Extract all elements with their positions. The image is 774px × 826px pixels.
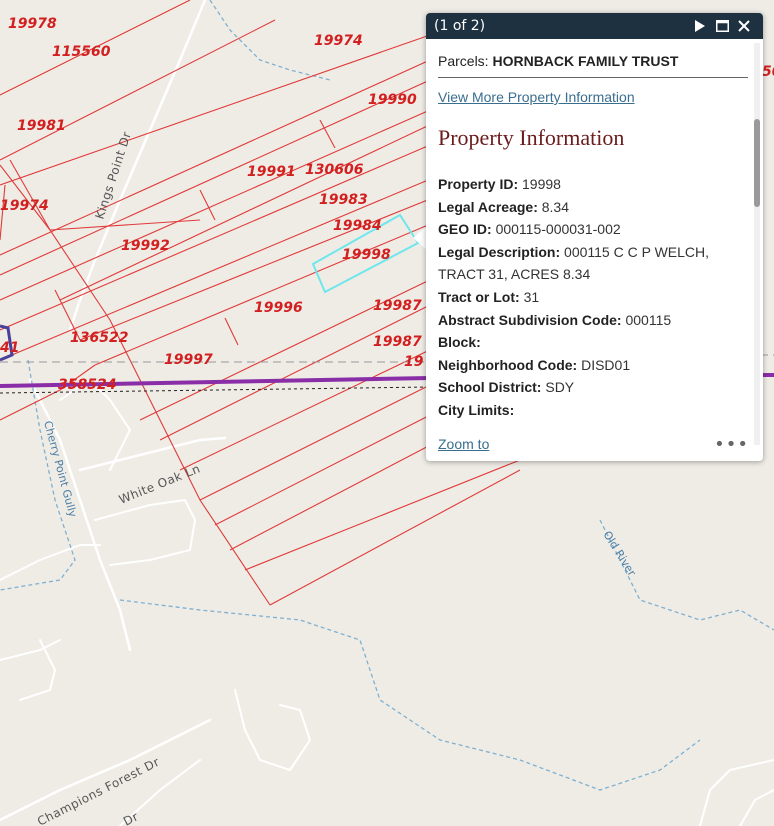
parcel-label: 19987 [373,298,422,314]
property-fields: Property ID: 19998 Legal Acreage: 8.34 G… [438,173,738,422]
field-city-limits: City Limits: [438,399,738,422]
field-label: Block: [438,334,481,351]
parcel-label: 19978 [8,16,57,32]
field-abstract-subdivision-code: Abstract Subdivision Code: 000115 [438,309,738,332]
parcel-label: 19996 [254,300,303,316]
water-label-cherry-point-gully: Cherry Point Gully [41,419,79,519]
parcel-label: 136522 [70,330,128,346]
field-label: Tract or Lot: [438,288,520,305]
field-label: School District: [438,379,542,396]
field-label: GEO ID: [438,221,492,238]
popup-header: (1 of 2) [426,13,763,39]
road-label-champions-forest: Champions Forest Dr [35,755,162,826]
parcel-label: 19997 [164,352,213,368]
field-value: 000115 [625,311,672,328]
parcel-label: 50 [762,64,774,80]
popup-title-value: HORNBACK FAMILY TRUST [492,53,679,69]
parcel-label: 19992 [121,238,170,254]
parcel-label: 19983 [319,192,368,208]
field-value: 31 [523,288,540,305]
zoom-to-link[interactable]: Zoom to [438,436,489,452]
parcel-label: 19974 [0,198,49,214]
field-geo-id: GEO ID: 000115-000031-002 [438,218,738,241]
popup-scrollbar-thumb[interactable] [754,119,760,207]
field-label: City Limits: [438,401,515,418]
road-label-kings-point: Kings Point Dr [93,130,135,221]
field-property-id: Property ID: 19998 [438,173,738,196]
parcel-label: 19974 [314,33,363,49]
road-label-white-oak: White Oak Ln [117,461,203,506]
maximize-icon[interactable] [711,15,733,37]
popup-scrollbar[interactable] [754,43,760,445]
view-more-property-link[interactable]: View More Property Information [438,89,751,105]
field-value: 000115-000031-002 [495,221,621,238]
water-label-old-river: Old River [600,529,638,579]
popup-footer: Zoom to ••• [438,433,749,455]
parcel-label-selected: 19998 [342,247,391,263]
field-legal-acreage: Legal Acreage: 8.34 [438,196,738,219]
field-label: Abstract Subdivision Code: [438,311,622,328]
parcel-label: 19987 [373,334,422,350]
property-popup: (1 of 2) Parcels: HORNBACK FAMILY TRUST … [426,13,763,461]
parcel-label: 19981 [17,118,66,134]
popup-pointer [413,226,427,250]
field-school-district: School District: SDY [438,376,738,399]
field-tract-or-lot: Tract or Lot: 31 [438,286,738,309]
field-label: Legal Description: [438,243,561,260]
parcel-label: 115560 [52,44,111,60]
parcel-label: 358524 [58,377,116,393]
field-value: 8.34 [541,198,569,215]
parcel-label: 130606 [305,162,364,178]
parcel-label: 19990 [368,92,417,108]
popup-title-label: Parcels: [438,53,489,69]
popup-body[interactable]: Parcels: HORNBACK FAMILY TRUST View More… [426,39,763,427]
field-value: DISD01 [581,356,631,373]
section-title: Property Information [438,125,625,150]
field-neighborhood-code: Neighborhood Code: DISD01 [438,354,738,377]
field-value: SDY [545,379,575,396]
field-label: Legal Acreage: [438,198,538,215]
popup-feature-count: (1 of 2) [434,18,486,34]
more-options-icon[interactable]: ••• [714,434,749,455]
parcel-label: 19984 [333,218,382,234]
road-label-dr: Dr [121,809,141,826]
field-legal-description: Legal Description: 000115 C C P WELCH, T… [438,241,738,286]
parcel-label: 41 [0,340,19,356]
close-icon[interactable] [733,15,755,37]
popup-title: Parcels: HORNBACK FAMILY TRUST [438,53,748,78]
field-value: 19998 [522,176,561,192]
field-block: Block: [438,331,738,354]
field-label: Property ID: [438,176,519,192]
parcel-label: 19991 [247,164,296,180]
play-icon[interactable] [689,15,711,37]
field-label: Neighborhood Code: [438,356,578,373]
parcel-label: 19 [404,354,424,370]
